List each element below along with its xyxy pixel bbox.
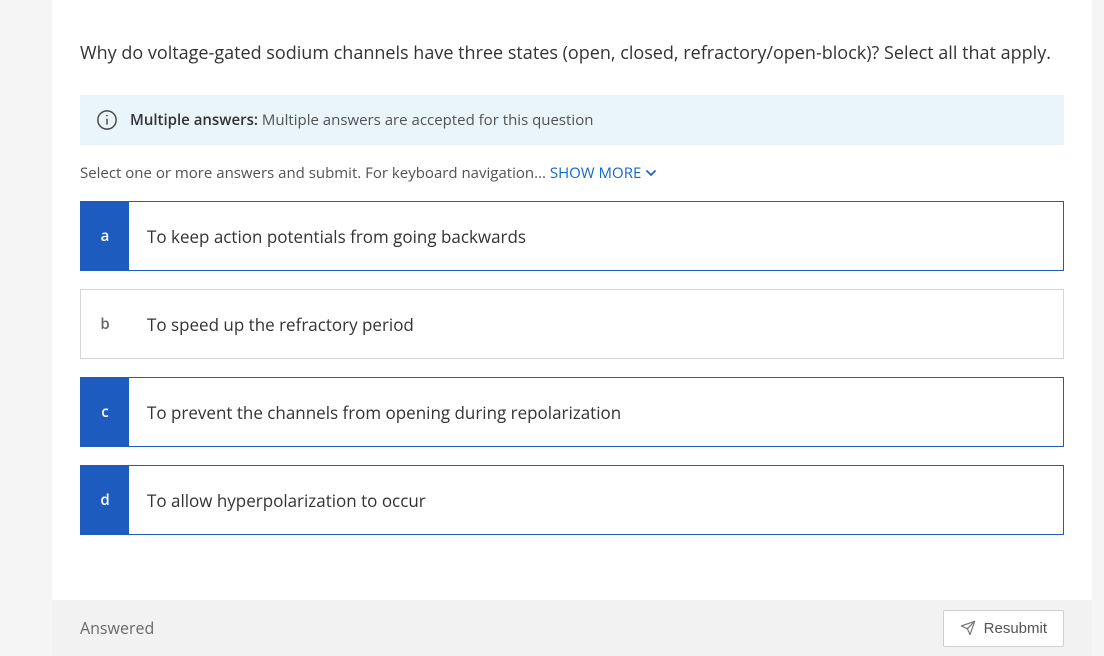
answer-text: To allow hyperpolarization to occur [129,466,444,534]
show-more-link[interactable]: SHOW MORE [550,163,657,183]
answer-text: To speed up the refractory period [129,290,432,358]
instruction-lead: Select one or more answers and submit. F… [80,163,546,183]
paper-plane-icon [960,620,976,636]
resubmit-button[interactable]: Resubmit [943,610,1064,647]
question-footer: Answered Resubmit [52,600,1092,656]
instruction-row: Select one or more answers and submit. F… [80,163,1064,183]
show-more-label: SHOW MORE [550,163,641,183]
info-banner-bold: Multiple answers: [130,110,258,130]
question-card: Why do voltage-gated sodium channels hav… [52,0,1092,600]
answer-letter: b [81,290,129,358]
resubmit-label: Resubmit [984,620,1047,637]
answer-text: To keep action potentials from going bac… [129,202,544,270]
answers-list: aTo keep action potentials from going ba… [80,201,1064,535]
info-banner-text: Multiple answers: Multiple answers are a… [130,110,593,130]
answer-letter: a [81,202,129,270]
status-text: Answered [80,617,154,639]
question-text: Why do voltage-gated sodium channels hav… [80,40,1064,67]
answer-letter: d [81,466,129,534]
answer-option-c[interactable]: cTo prevent the channels from opening du… [80,377,1064,447]
info-banner: Multiple answers: Multiple answers are a… [80,95,1064,145]
answer-option-d[interactable]: dTo allow hyperpolarization to occur [80,465,1064,535]
answer-option-a[interactable]: aTo keep action potentials from going ba… [80,201,1064,271]
answer-option-b[interactable]: bTo speed up the refractory period [80,289,1064,359]
answer-letter: c [81,378,129,446]
info-banner-rest: Multiple answers are accepted for this q… [262,110,594,130]
answer-text: To prevent the channels from opening dur… [129,378,639,446]
chevron-down-icon [645,167,657,179]
info-icon [96,109,118,131]
